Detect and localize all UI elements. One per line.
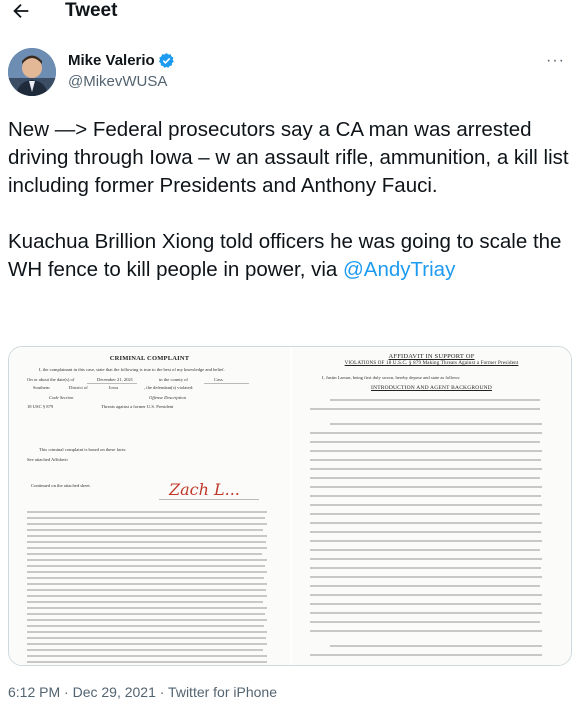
complaint-county-value: Cass: [214, 377, 223, 382]
back-arrow-icon[interactable]: [10, 0, 32, 22]
complaint-defendant-label: , the defendant(s) violated:: [144, 385, 194, 390]
body-text-line: [310, 408, 540, 410]
based-on-facts: This criminal complaint is based on thes…: [39, 447, 127, 452]
complaint-title: CRIMINAL COMPLAINT: [109, 355, 190, 362]
author-name[interactable]: Mike Valerio: [68, 52, 155, 69]
tweet-paragraph-2: Kuachua Brillion Xiong told officers he …: [8, 228, 570, 284]
body-text-line: [310, 450, 542, 452]
body-text-line: [27, 625, 264, 627]
body-text-line: [310, 594, 542, 596]
body-text-line: [310, 432, 542, 434]
complaint-district-label: District of: [69, 385, 88, 390]
complaint-intro: I, the complainant in this case, state t…: [39, 367, 225, 372]
body-text-line: [310, 585, 540, 587]
tweet-paragraph-2-text: Kuachua Brillion Xiong told officers he …: [8, 230, 562, 281]
body-text-line: [310, 468, 542, 470]
affidavit-title-2: VIOLATIONS OF 18 U.S.C. § 879 Making Thr…: [344, 361, 519, 366]
body-text-line: [310, 654, 542, 656]
body-text-line: [310, 540, 542, 542]
verified-badge-icon: [158, 53, 174, 68]
body-text-line: [27, 571, 267, 573]
body-text-line: [310, 459, 541, 461]
body-text-line: [330, 399, 540, 401]
code-header: Code Section: [49, 395, 74, 400]
body-text-line: [27, 529, 263, 531]
code-value: 18 USC § 879: [27, 404, 54, 409]
body-text-line: [27, 577, 264, 579]
body-text-line: [27, 541, 266, 543]
body-text-line: [27, 517, 265, 519]
complaint-state-value: Iowa: [109, 385, 119, 390]
body-text-line: [27, 511, 267, 513]
county-rule: [204, 383, 249, 384]
body-text-line: [27, 559, 267, 561]
signature: Zach L...: [169, 480, 240, 499]
body-text-line: [310, 486, 542, 488]
body-text-line: [310, 504, 542, 506]
body-text-line: [27, 565, 265, 567]
avatar[interactable]: [8, 48, 56, 96]
body-text-line: [27, 619, 267, 621]
date-rule: [87, 383, 137, 384]
body-text-line: [310, 576, 542, 578]
body-text-line: [27, 661, 267, 663]
body-text-line: [27, 631, 267, 633]
body-text-line: [27, 535, 267, 537]
signature-rule: [159, 499, 259, 500]
body-text-line: [310, 549, 540, 551]
body-text-line: [310, 558, 542, 560]
complaint-document-image[interactable]: CRIMINAL COMPLAINT I, the complainant in…: [9, 347, 290, 665]
body-text-line: [330, 645, 542, 647]
body-text-line: [310, 621, 540, 623]
mention-link[interactable]: @AndyTriay: [343, 258, 455, 281]
page-title: Tweet: [65, 0, 118, 21]
body-text-line: [310, 567, 541, 569]
affidavit-intro: I, Justin Larson, being first duly sworn…: [322, 375, 461, 380]
body-text-line: [27, 649, 263, 651]
offense-value: Threats against a former U.S. President: [101, 404, 174, 409]
complaint-date-value: December 21, 2021: [97, 377, 134, 382]
see-affidavit: See attached Affidavit: [27, 457, 68, 462]
top-bar: Tweet: [0, 0, 573, 26]
affidavit-section: INTRODUCTION AND AGENT BACKGROUND: [371, 385, 492, 391]
body-text-line: [310, 495, 541, 497]
offense-header: Offense Description: [149, 395, 186, 400]
body-text-line: [27, 553, 262, 555]
continued-note: Continued on the attached sheet.: [31, 483, 91, 488]
body-text-line: [27, 589, 266, 591]
affidavit-document-image[interactable]: AFFIDAVIT IN SUPPORT OF VIOLATIONS OF 18…: [290, 347, 571, 665]
author-handle[interactable]: @MikevWUSA: [68, 73, 167, 90]
affidavit-title-1: AFFIDAVIT IN SUPPORT OF: [388, 353, 475, 360]
complaint-district-value: Southern: [33, 385, 50, 390]
body-text-line: [27, 643, 267, 645]
body-text-line: [330, 423, 542, 425]
body-text-line: [310, 477, 540, 479]
body-text-line: [27, 607, 267, 609]
tweet-media[interactable]: CRIMINAL COMPLAINT I, the complainant in…: [8, 346, 572, 666]
body-text-line: [27, 637, 266, 639]
body-text-line: [27, 523, 267, 525]
tweet-timestamp[interactable]: 6:12 PM · Dec 29, 2021 · Twitter for iPh…: [8, 684, 277, 700]
body-text-line: [27, 613, 265, 615]
body-text-line: [310, 513, 540, 515]
complaint-date-label: On or about the date(s) of: [27, 377, 75, 382]
more-options-icon[interactable]: ···: [546, 52, 565, 70]
author-name-row: Mike Valerio: [68, 52, 175, 69]
body-text-line: [27, 547, 267, 549]
body-text-line: [310, 441, 540, 443]
body-text-line: [27, 601, 263, 603]
body-text-line: [310, 531, 541, 533]
body-text-line: [310, 603, 541, 605]
body-text-line: [310, 612, 542, 614]
body-text-line: [27, 655, 267, 657]
body-text-line: [310, 630, 542, 632]
body-text-line: [27, 595, 267, 597]
tweet-text: New —> Federal prosecutors say a CA man …: [8, 116, 570, 284]
body-text-line: [310, 522, 542, 524]
tweet-paragraph-1: New —> Federal prosecutors say a CA man …: [8, 118, 569, 197]
body-text-line: [27, 583, 267, 585]
complaint-county-label: in the county of: [159, 377, 188, 382]
